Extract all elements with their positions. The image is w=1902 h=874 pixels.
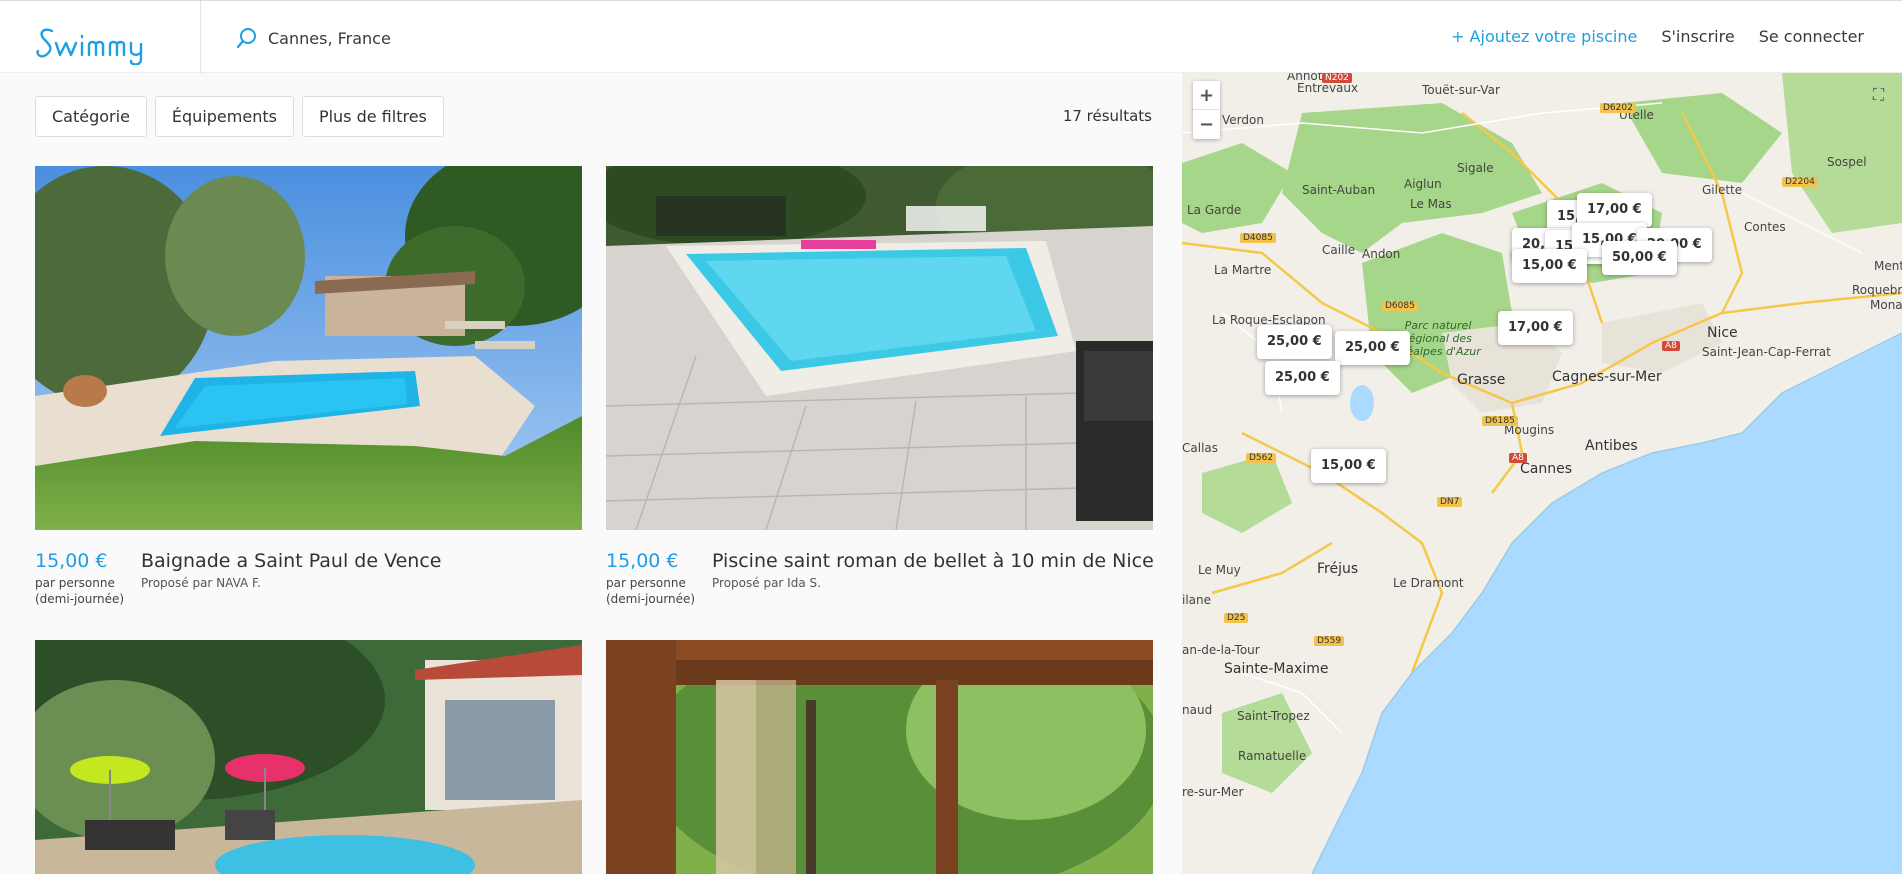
place-label: Saint-Tropez bbox=[1237, 709, 1310, 723]
road-label: D6202 bbox=[1600, 103, 1636, 113]
search-bar[interactable]: Cannes, France bbox=[236, 26, 391, 50]
listing-owner: Proposé par Ida S. bbox=[712, 576, 821, 590]
listing-info: 15,00 € par personne (demi-journée) Baig… bbox=[35, 550, 582, 607]
map-price-pin[interactable]: 25,00 € bbox=[1265, 361, 1340, 395]
listing-info: 15,00 € par personne (demi-journée) Pisc… bbox=[606, 550, 1154, 607]
price-unit: par personne bbox=[606, 576, 686, 590]
place-label: La Martre bbox=[1214, 263, 1272, 277]
listing-title[interactable]: Baignade a Saint Paul de Vence bbox=[141, 550, 441, 572]
listing-price: 15,00 € bbox=[606, 550, 679, 572]
place-label: ilane bbox=[1182, 593, 1212, 607]
place-label: Saint-Jean-Cap-Ferrat bbox=[1702, 345, 1831, 359]
road-label: N202 bbox=[1322, 73, 1352, 83]
zoom-out-button[interactable]: − bbox=[1193, 110, 1220, 139]
map-price-pin[interactable]: 25,00 € bbox=[1257, 325, 1332, 359]
map-price-pin[interactable]: 25,00 € bbox=[1335, 331, 1410, 365]
place-label: Nice bbox=[1707, 325, 1738, 341]
road-label: D562 bbox=[1246, 453, 1277, 463]
place-label: Cannes bbox=[1520, 461, 1573, 477]
place-label: Sigale bbox=[1457, 161, 1494, 175]
listing-card[interactable] bbox=[606, 640, 1153, 874]
listing-card[interactable] bbox=[35, 640, 582, 874]
place-label: Le Dramont bbox=[1393, 576, 1464, 590]
category-filter-button[interactable]: Catégorie bbox=[35, 96, 147, 137]
place-label: Annot bbox=[1287, 73, 1323, 83]
listing-text: Baignade a Saint Paul de Vence Proposé p… bbox=[141, 550, 441, 607]
road-label: DN7 bbox=[1437, 497, 1463, 507]
road-label: D6085 bbox=[1382, 301, 1418, 311]
signup-link[interactable]: S'inscrire bbox=[1661, 27, 1734, 46]
road-label: D4085 bbox=[1240, 233, 1276, 243]
price-unit: par personne bbox=[35, 576, 115, 590]
listing-photo[interactable] bbox=[35, 640, 582, 874]
map-price-pin[interactable]: 17,00 € bbox=[1498, 311, 1573, 345]
map[interactable]: + − ⛶ Entrevaux Touët-sur-Var Utelle Sos… bbox=[1182, 73, 1902, 874]
more-filters-button[interactable]: Plus de filtres bbox=[301, 96, 444, 137]
place-label: Le Mas bbox=[1410, 197, 1452, 211]
price-block: 15,00 € par personne (demi-journée) bbox=[606, 550, 696, 607]
listing-text: Piscine saint roman de bellet à 10 min d… bbox=[712, 550, 1154, 607]
price-block: 15,00 € par personne (demi-journée) bbox=[35, 550, 125, 607]
place-label: Sospel bbox=[1827, 155, 1867, 169]
map-price-pin[interactable]: 15,00 € bbox=[1512, 249, 1587, 283]
top-nav: + Ajoutez votre piscine S'inscrire Se co… bbox=[1451, 27, 1864, 46]
place-label: Fréjus bbox=[1317, 561, 1359, 577]
place-label: Le Muy bbox=[1198, 563, 1241, 577]
road-label: D25 bbox=[1224, 613, 1249, 623]
listing-card[interactable]: 15,00 € par personne (demi-journée) Pisc… bbox=[606, 166, 1154, 607]
place-label: Grasse bbox=[1457, 372, 1506, 388]
swimmy-logo[interactable] bbox=[34, 21, 164, 65]
place-label: Monaco bbox=[1870, 298, 1902, 312]
place-label: Verdon bbox=[1222, 113, 1264, 127]
listing-card[interactable]: 15,00 € par personne (demi-journée) Baig… bbox=[35, 166, 582, 607]
price-period: (demi-journée) bbox=[35, 592, 125, 606]
place-label: naud bbox=[1182, 703, 1213, 717]
place-label: an-de-la-Tour bbox=[1182, 643, 1260, 657]
results-count: 17 résultats bbox=[1062, 107, 1152, 125]
place-label: Aiglun bbox=[1404, 177, 1442, 191]
equipment-filter-button[interactable]: Équipements bbox=[154, 96, 294, 137]
map-price-pin[interactable]: 50,00 € bbox=[1602, 241, 1677, 275]
place-label: Touët-sur-Var bbox=[1422, 83, 1500, 97]
place-label: Saint-Auban bbox=[1302, 183, 1376, 197]
place-label: Entrevaux bbox=[1297, 81, 1359, 95]
filter-bar: Catégorie Équipements Plus de filtres bbox=[35, 96, 444, 137]
place-label: Menton bbox=[1874, 259, 1902, 273]
listing-price: 15,00 € bbox=[35, 550, 108, 572]
place-label: Sainte-Maxime bbox=[1224, 661, 1329, 677]
place-label: Andon bbox=[1362, 247, 1401, 261]
price-period: (demi-journée) bbox=[606, 592, 696, 606]
zoom-in-button[interactable]: + bbox=[1193, 81, 1220, 110]
place-label: Ramatuelle bbox=[1238, 749, 1307, 763]
header-divider bbox=[200, 1, 201, 74]
map-price-pin[interactable]: 15,00 € bbox=[1311, 449, 1386, 483]
place-label: Callas bbox=[1182, 441, 1219, 455]
top-header: Cannes, France + Ajoutez votre piscine S… bbox=[0, 0, 1902, 74]
fullscreen-icon[interactable]: ⛶ bbox=[1865, 81, 1892, 108]
listing-owner: Proposé par NAVA F. bbox=[141, 576, 261, 590]
listing-title[interactable]: Piscine saint roman de bellet à 10 min d… bbox=[712, 550, 1154, 572]
road-label: D2204 bbox=[1782, 177, 1818, 187]
place-label: La Garde bbox=[1187, 203, 1242, 217]
search-icon bbox=[236, 28, 256, 49]
listing-photo[interactable] bbox=[606, 166, 1153, 530]
place-label: Contes bbox=[1744, 220, 1786, 234]
place-label: Gilette bbox=[1702, 183, 1743, 197]
road-label: A8 bbox=[1509, 453, 1527, 463]
add-pool-link[interactable]: + Ajoutez votre piscine bbox=[1451, 27, 1637, 46]
road-label: D6185 bbox=[1482, 416, 1518, 426]
place-label: Caille bbox=[1322, 243, 1356, 257]
map-price-pin[interactable]: 17,00 € bbox=[1577, 193, 1652, 227]
login-link[interactable]: Se connecter bbox=[1759, 27, 1864, 46]
road-label: A8 bbox=[1662, 341, 1680, 351]
place-label: Roquebrune-Cap bbox=[1852, 283, 1902, 297]
place-label: Cagnes-sur-Mer bbox=[1552, 369, 1662, 385]
place-label: Antibes bbox=[1585, 438, 1638, 454]
zoom-control: + − bbox=[1193, 81, 1220, 139]
search-input[interactable]: Cannes, France bbox=[268, 29, 391, 48]
place-label: re-sur-Mer bbox=[1182, 785, 1244, 799]
listing-photo[interactable] bbox=[35, 166, 582, 530]
listing-photo[interactable] bbox=[606, 640, 1153, 874]
road-label: D559 bbox=[1314, 636, 1345, 646]
